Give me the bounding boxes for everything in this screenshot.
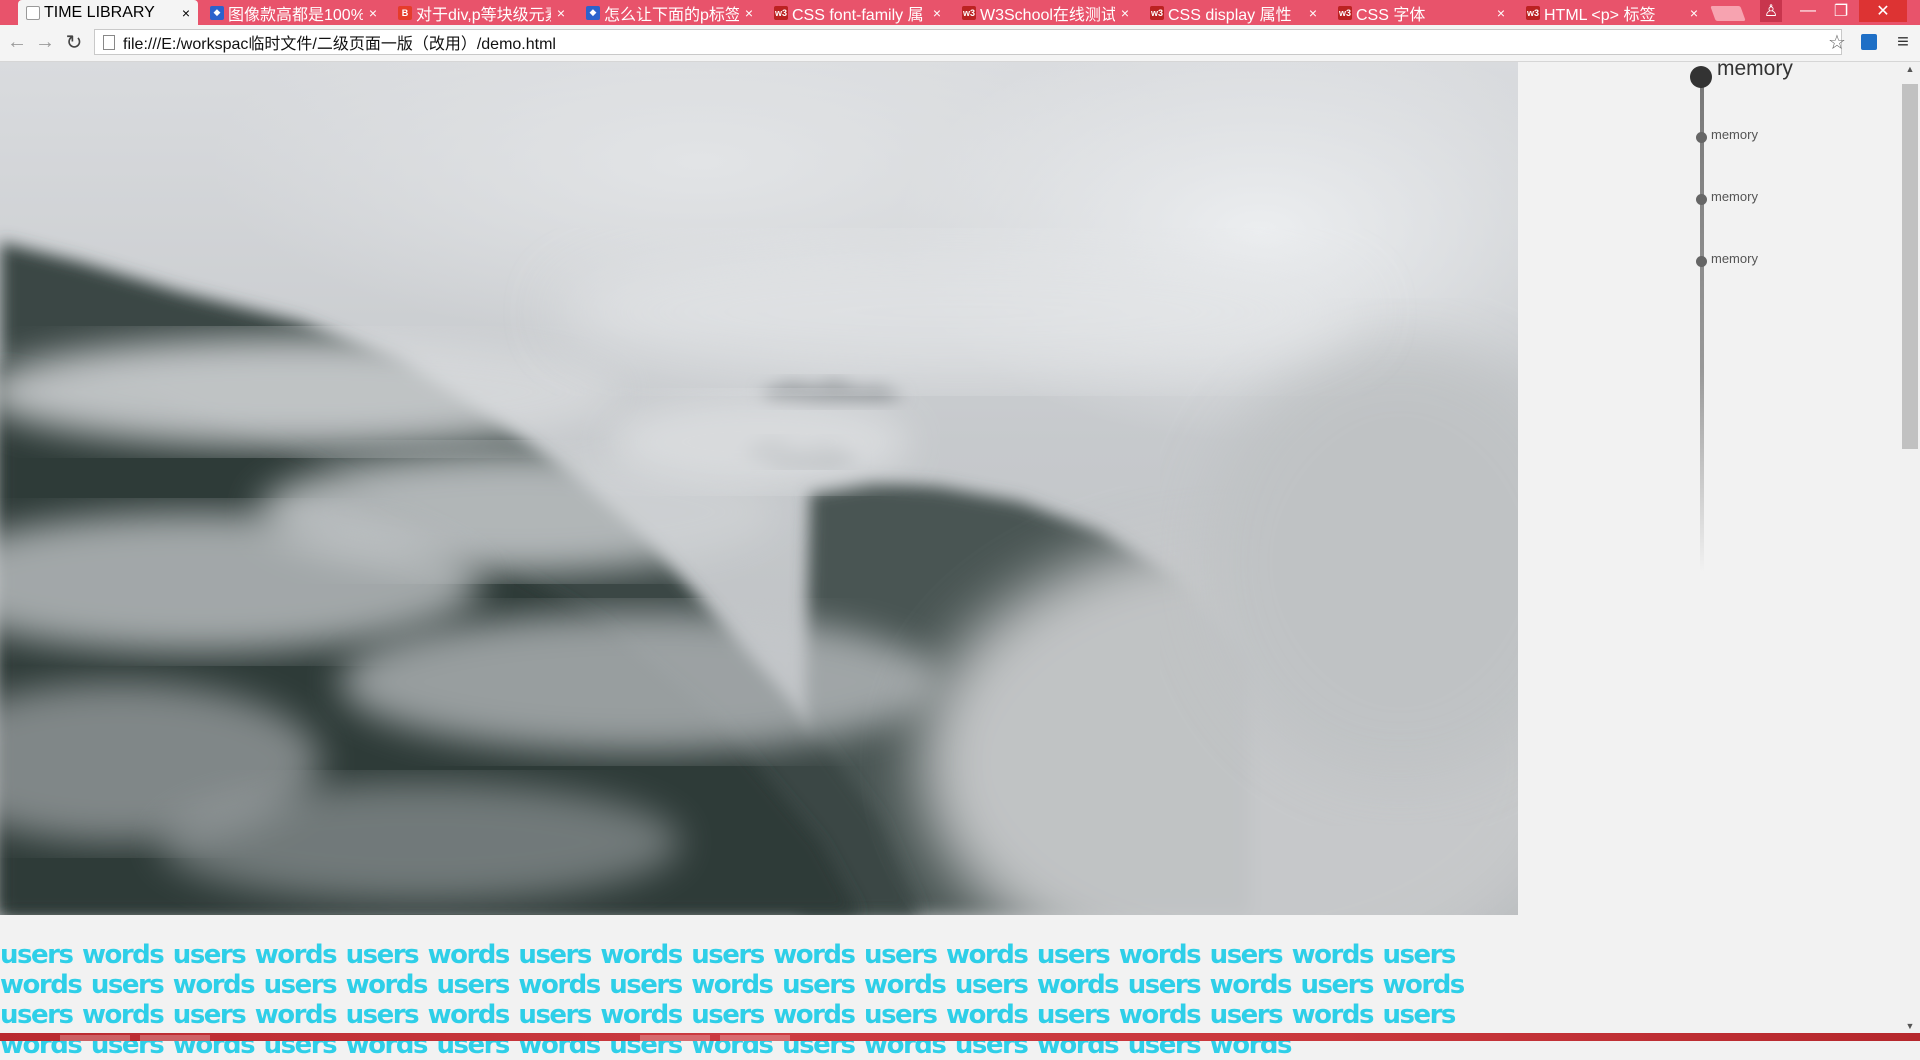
taskbar-app[interactable] (640, 1035, 710, 1041)
w3-icon: w3 (1338, 5, 1352, 20)
taskbar-app[interactable] (140, 1035, 210, 1041)
tab-close-icon[interactable]: × (367, 5, 379, 21)
taskbar-app[interactable] (60, 1035, 130, 1041)
tab-close-icon[interactable]: × (1495, 5, 1507, 21)
timeline-dot[interactable] (1696, 194, 1707, 205)
address-url: file:///E:/workspac临时文件/二级页面一版（改用）/demo.… (123, 36, 556, 53)
w3-icon: w3 (1526, 5, 1540, 20)
browser-toolbar: ← → ↻ file:///E:/workspac临时文件/二级页面一版（改用）… (0, 25, 1920, 62)
tab-close-icon[interactable]: × (180, 5, 192, 21)
hero-mountain-image (0, 62, 1518, 915)
paw-icon: ◆ (210, 5, 224, 20)
tab-css-fonts[interactable]: w3 CSS 字体 × (1330, 0, 1513, 25)
taskbar-app[interactable] (720, 1035, 790, 1041)
tab-title: HTML <p> 标签 (1544, 6, 1656, 24)
w3-icon: w3 (774, 5, 788, 20)
back-button[interactable]: ← (6, 31, 28, 53)
tab-close-icon[interactable]: × (1307, 5, 1319, 21)
tab-css-font-family[interactable]: w3 CSS font-family 属 × (766, 0, 949, 25)
user-icon[interactable]: ♙ (1760, 0, 1782, 22)
timeline-item-label[interactable]: memory (1711, 189, 1758, 204)
scroll-up-arrow-icon[interactable]: ▲ (1900, 62, 1920, 76)
tab-title: W3School在线测试 (980, 6, 1115, 24)
w3-icon: w3 (1150, 5, 1164, 20)
tab-p-tag-question[interactable]: ◆ 怎么让下面的p标签 × (578, 0, 761, 25)
tab-title: TIME LIBRARY (44, 3, 155, 21)
new-tab-button[interactable] (1710, 6, 1746, 21)
tab-title: CSS display 属性 (1168, 6, 1292, 24)
page-icon (26, 5, 40, 20)
timeline-item-label[interactable]: memory (1711, 251, 1758, 266)
tab-close-icon[interactable]: × (1119, 5, 1131, 21)
timeline-line (1700, 72, 1704, 572)
tab-close-icon[interactable]: × (1688, 5, 1700, 21)
timeline-dot[interactable] (1696, 256, 1707, 267)
close-window-button[interactable]: ✕ (1859, 0, 1907, 22)
page-icon (103, 34, 115, 50)
forward-button[interactable]: → (34, 31, 56, 53)
minimize-button[interactable]: — (1793, 0, 1823, 22)
tab-close-icon[interactable]: × (555, 5, 567, 21)
vertical-scrollbar[interactable]: ▲ ▼ (1900, 62, 1920, 1033)
tab-title: CSS 字体 (1356, 6, 1426, 24)
tab-title: 图像款高都是100% (228, 6, 363, 24)
address-bar[interactable]: file:///E:/workspac临时文件/二级页面一版（改用）/demo.… (94, 29, 1842, 55)
w3-icon: w3 (962, 5, 976, 20)
extension-icon[interactable] (1858, 31, 1880, 53)
timeline-dot[interactable] (1696, 132, 1707, 143)
tab-title: 对于div,p等块级元素 (416, 6, 551, 24)
tab-image-size[interactable]: ◆ 图像款高都是100% × (202, 0, 385, 25)
tab-html-p-tag[interactable]: w3 HTML <p> 标签 × (1518, 0, 1706, 25)
tab-close-icon[interactable]: × (931, 5, 943, 21)
b-icon: B (398, 5, 412, 20)
tab-css-display[interactable]: w3 CSS display 属性 × (1142, 0, 1325, 25)
tab-block-elements[interactable]: B 对于div,p等块级元素 × (390, 0, 573, 25)
reload-button[interactable]: ↻ (63, 31, 85, 54)
tab-title: 怎么让下面的p标签 (604, 6, 739, 24)
tab-close-icon[interactable]: × (743, 5, 755, 21)
maximize-button[interactable]: ❐ (1826, 0, 1856, 22)
tab-time-library[interactable]: TIME LIBRARY × (18, 0, 198, 25)
paw-icon: ◆ (586, 5, 600, 20)
tab-w3school-test[interactable]: w3 W3School在线测试 × (954, 0, 1137, 25)
scrollbar-thumb[interactable] (1902, 84, 1918, 449)
user-words-paragraph: users words users words users words user… (0, 940, 1465, 1060)
menu-icon[interactable]: ≡ (1892, 31, 1914, 53)
timeline-main-dot[interactable] (1690, 66, 1712, 88)
tab-title: CSS font-family 属 (792, 6, 924, 24)
bookmark-star-icon[interactable]: ☆ (1826, 31, 1848, 54)
timeline-item-label[interactable]: memory (1711, 127, 1758, 142)
os-taskbar (0, 1033, 1920, 1041)
timeline-main-label[interactable]: memory (1717, 57, 1793, 81)
tab-strip: TIME LIBRARY × ◆ 图像款高都是100% × B 对于div,p等… (0, 0, 1920, 25)
scroll-down-arrow-icon[interactable]: ▼ (1900, 1019, 1920, 1033)
